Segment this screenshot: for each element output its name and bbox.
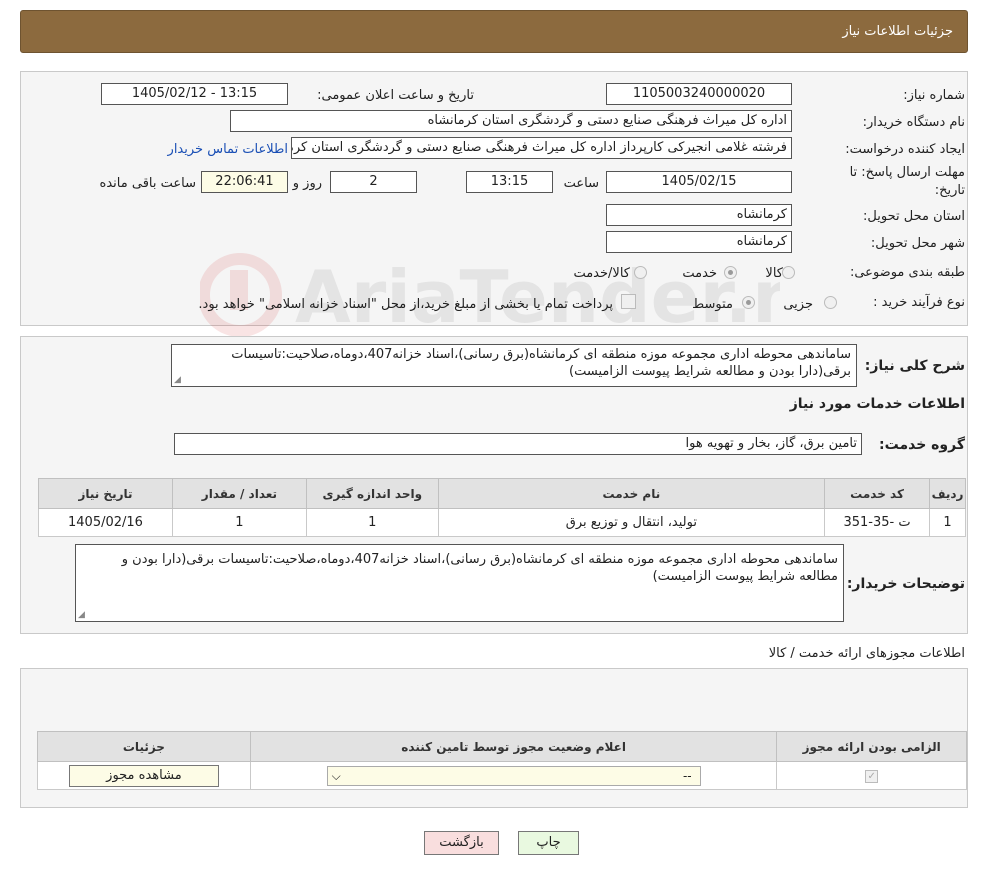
cell-need-date: 1405/02/16 [38, 508, 173, 537]
category-option-service: خدمت [682, 266, 717, 281]
process-type-label: نوع فرآیند خرید : [873, 295, 965, 310]
process-radio-minor[interactable] [824, 296, 837, 309]
buyer-notes-textarea[interactable]: ساماندهی محوطه اداری مجموعه موزه منطقه ا… [75, 544, 844, 622]
buyer-org-label: نام دستگاه خریدار: [862, 115, 965, 130]
summary-textarea[interactable]: ساماندهی محوطه اداری مجموعه موزه منطقه ا… [171, 344, 857, 387]
col-service-code: کد خدمت [824, 478, 931, 509]
deadline-date-field[interactable]: 1405/02/15 [606, 171, 792, 193]
buyer-org-field[interactable]: اداره کل میراث فرهنگی صنایع دستی و گردشگ… [230, 110, 792, 132]
chevron-down-icon: ⌵ [331, 768, 341, 783]
col-permit-status: اعلام وضعیت مجوز توسط تامین کننده [249, 731, 778, 762]
announce-datetime-label: تاریخ و ساعت اعلان عمومی: [317, 88, 474, 103]
payment-note: پرداخت تمام یا بخشی از مبلغ خرید،از محل … [198, 297, 613, 312]
deadline-time-field[interactable]: 13:15 [466, 171, 553, 193]
print-button[interactable]: چاپ [518, 831, 579, 855]
requester-field[interactable]: فرشته غلامی انجیرکی کارپرداز اداره کل می… [291, 137, 792, 159]
announce-datetime-field[interactable]: 1405/02/12 - 13:15 [101, 83, 288, 105]
process-radio-medium[interactable] [742, 296, 755, 309]
page-title: جزئیات اطلاعات نیاز [842, 24, 953, 39]
buyer-contact-link[interactable]: اطلاعات تماس خریدار [168, 142, 288, 157]
table-row[interactable]: 1 ت -35-351 تولید، انتقال و توزیع برق 1 … [38, 508, 966, 537]
cell-row: 1 [929, 508, 966, 537]
city-label: شهر محل تحویل: [870, 236, 965, 251]
requester-label: ایجاد کننده درخواست: [845, 142, 965, 157]
category-radio-goods[interactable] [782, 266, 795, 279]
resize-grip-icon[interactable]: ◢ [78, 611, 86, 620]
page-header: جزئیات اطلاعات نیاز [20, 10, 968, 53]
col-row: ردیف [929, 478, 966, 509]
cell-permit-status: -- ⌵ [249, 761, 778, 790]
permit-status-select[interactable]: -- ⌵ [326, 765, 701, 786]
cell-service-name: تولید، انتقال و توزیع برق [437, 508, 826, 537]
permit-status-value: -- [682, 768, 692, 783]
col-permit-details: جزئیات [37, 731, 251, 762]
province-field[interactable]: کرمانشاه [606, 204, 792, 226]
col-unit: واحد اندازه گیری [305, 478, 439, 509]
cell-quantity: 1 [171, 508, 307, 537]
process-option-medium: متوسط [692, 297, 733, 312]
treasury-payment-checkbox[interactable] [621, 294, 636, 309]
remaining-time-field[interactable]: 22:06:41 [201, 171, 288, 193]
cell-permit-details: مشاهده مجوز [37, 761, 251, 790]
summary-label: شرح کلی نیاز: [864, 358, 965, 374]
category-radio-service[interactable] [724, 266, 737, 279]
service-group-field[interactable]: تامین برق، گاز، بخار و تهویه هوا [174, 433, 862, 455]
col-service-name: نام خدمت [437, 478, 826, 509]
view-permit-button[interactable]: مشاهده مجوز [68, 764, 219, 787]
need-number-label: شماره نیاز: [903, 88, 965, 103]
col-permit-required: الزامی بودن ارائه مجوز [776, 731, 967, 762]
back-button[interactable]: بازگشت [424, 831, 499, 855]
deadline-label: مهلت ارسال پاسخ: تا تاریخ: [849, 165, 965, 198]
days-label: روز و [292, 176, 322, 191]
province-label: استان محل تحویل: [863, 209, 965, 224]
services-section-title: اطلاعات خدمات مورد نیاز [789, 396, 965, 412]
resize-grip-icon[interactable]: ◢ [174, 376, 182, 385]
cell-unit: 1 [305, 508, 439, 537]
table-row[interactable]: ✓ -- ⌵ مشاهده مجوز [37, 761, 967, 790]
city-field[interactable]: کرمانشاه [606, 231, 792, 253]
need-number-field[interactable]: 1105003240000020 [606, 83, 792, 105]
permits-table: الزامی بودن ارائه مجوز اعلام وضعیت مجوز … [37, 731, 967, 790]
permit-required-checkbox[interactable]: ✓ [865, 770, 879, 783]
services-table-header: ردیف کد خدمت نام خدمت واحد اندازه گیری ت… [38, 478, 966, 509]
category-option-goods-service: کالا/خدمت [573, 266, 630, 281]
services-table: ردیف کد خدمت نام خدمت واحد اندازه گیری ت… [38, 478, 966, 537]
remaining-time-label: ساعت باقی مانده [99, 176, 196, 191]
cell-service-code: ت -35-351 [824, 508, 931, 537]
category-radio-goods-service[interactable] [634, 266, 647, 279]
deadline-time-label: ساعت [563, 176, 599, 191]
col-need-date: تاریخ نیاز [38, 478, 173, 509]
category-label: طبقه بندی موضوعی: [849, 265, 965, 280]
category-option-goods: کالا [765, 266, 783, 281]
process-option-minor: جزیی [783, 297, 813, 312]
cell-permit-required: ✓ [776, 761, 967, 790]
permits-section-title: اطلاعات مجوزهای ارائه خدمت / کالا [768, 646, 965, 661]
service-group-label: گروه خدمت: [879, 437, 965, 453]
col-quantity: تعداد / مقدار [171, 478, 307, 509]
permits-table-header: الزامی بودن ارائه مجوز اعلام وضعیت مجوز … [37, 731, 967, 762]
buyer-notes-label: توضیحات خریدار: [846, 576, 965, 592]
days-remaining-field[interactable]: 2 [330, 171, 417, 193]
